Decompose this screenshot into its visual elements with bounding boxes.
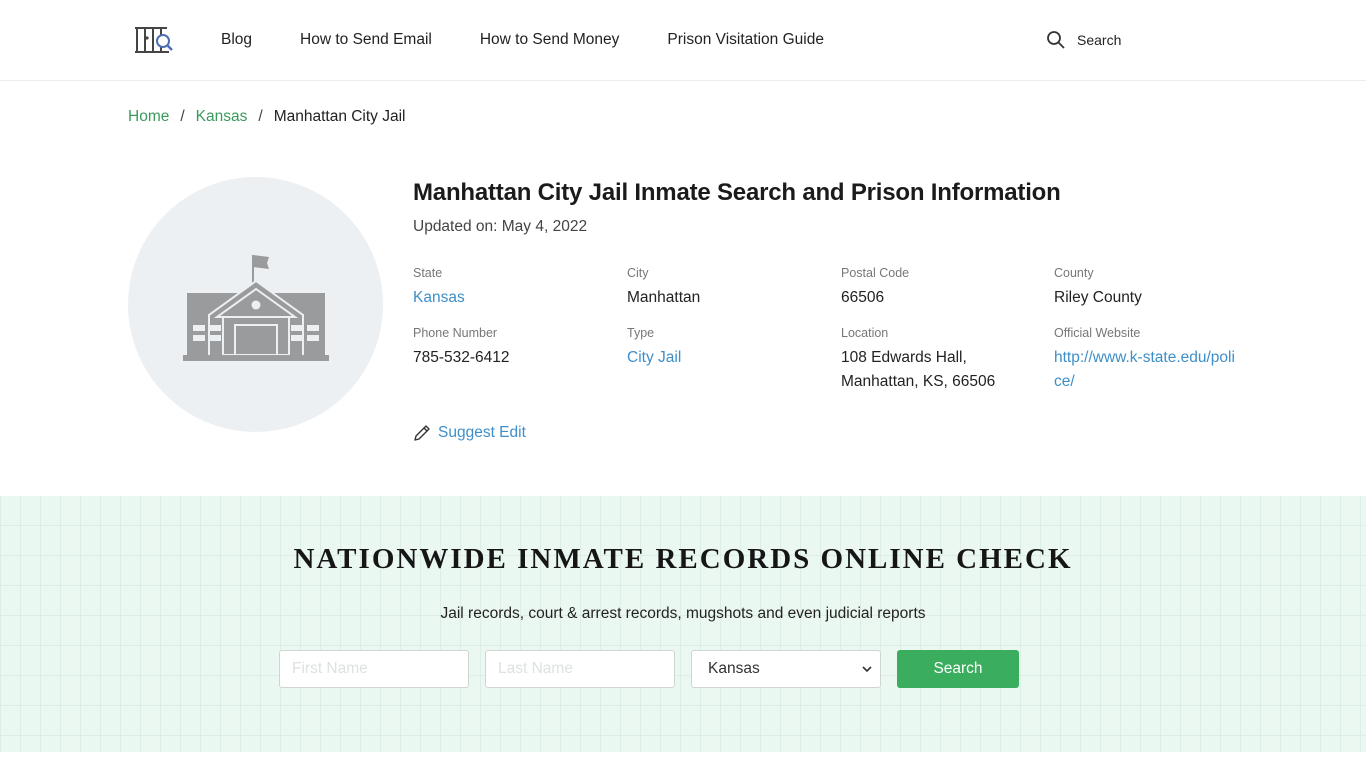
inmate-search-form: Kansas Search [279, 650, 1019, 688]
site-header: Blog How to Send Email How to Send Money… [0, 0, 1366, 81]
info-phone: Phone Number 785-532-6412 [413, 325, 613, 370]
breadcrumb-home[interactable]: Home [128, 107, 169, 127]
type-link[interactable]: City Jail [627, 346, 827, 370]
pencil-icon [414, 425, 430, 441]
phone-label: Phone Number [413, 326, 498, 340]
state-select[interactable]: Kansas [691, 650, 881, 688]
website-link[interactable]: http://www.k-state.edu/police/ [1054, 346, 1239, 394]
nav-how-to-send-email[interactable]: How to Send Email [300, 30, 432, 50]
header-search-button[interactable]: Search [1046, 30, 1121, 50]
info-location: Location 108 Edwards Hall, Manhattan, KS… [841, 325, 1041, 394]
postal-code-label: Postal Code [841, 266, 910, 280]
chevron-down-icon [862, 666, 872, 673]
nav-prison-visitation-guide[interactable]: Prison Visitation Guide [667, 30, 824, 50]
nav-how-to-send-money[interactable]: How to Send Money [480, 30, 620, 50]
header-search-label: Search [1077, 32, 1122, 48]
postal-code-value: 66506 [841, 289, 885, 306]
city-value: Manhattan [627, 289, 701, 306]
breadcrumb-kansas[interactable]: Kansas [196, 107, 248, 127]
search-section-subtitle: Jail records, court & arrest records, mu… [440, 605, 926, 622]
suggest-edit-label: Suggest Edit [438, 424, 526, 441]
suggest-edit-link[interactable]: Suggest Edit [413, 424, 526, 442]
state-link[interactable]: Kansas [413, 286, 613, 310]
location-label: Location [841, 326, 889, 340]
search-section-title: NATIONWIDE INMATE RECORDS ONLINE CHECK [293, 543, 1073, 575]
website-label: Official Website [1054, 326, 1141, 340]
location-line1: 108 Edwards Hall, [841, 349, 967, 366]
info-postal-code: Postal Code 66506 [841, 265, 1041, 310]
breadcrumb-separator: / [258, 108, 263, 125]
logo-icon[interactable] [134, 26, 176, 54]
info-county: County Riley County [1054, 265, 1254, 310]
phone-value: 785-532-6412 [413, 349, 510, 366]
page-title: Manhattan City Jail Inmate Search and Pr… [413, 179, 1061, 206]
city-label: City [627, 266, 649, 280]
facility-image [128, 177, 383, 432]
updated-date: Updated on: May 4, 2022 [413, 218, 588, 235]
location-line2: Manhattan, KS, 66506 [841, 373, 996, 390]
first-name-input[interactable] [279, 650, 469, 688]
inmate-search-section: NATIONWIDE INMATE RECORDS ONLINE CHECK J… [0, 496, 1366, 752]
info-website: Official Website http://www.k-state.edu/… [1054, 325, 1254, 394]
state-select-value: Kansas [708, 660, 760, 677]
main-nav: Blog How to Send Email How to Send Money… [221, 30, 872, 50]
breadcrumb-current: Manhattan City Jail [273, 108, 406, 125]
breadcrumb: Home / Kansas / Manhattan City Jail [128, 107, 406, 127]
search-button[interactable]: Search [897, 650, 1019, 688]
search-icon [1047, 31, 1065, 49]
type-label: Type [627, 326, 655, 340]
breadcrumb-separator: / [180, 108, 185, 125]
nav-blog[interactable]: Blog [221, 30, 252, 50]
county-value: Riley County [1054, 289, 1142, 306]
last-name-input[interactable] [485, 650, 675, 688]
state-label: State [413, 266, 443, 280]
info-type: Type City Jail [627, 325, 827, 370]
info-city: City Manhattan [627, 265, 827, 310]
building-icon [182, 255, 329, 361]
county-label: County [1054, 266, 1094, 280]
info-state: State Kansas [413, 265, 613, 310]
